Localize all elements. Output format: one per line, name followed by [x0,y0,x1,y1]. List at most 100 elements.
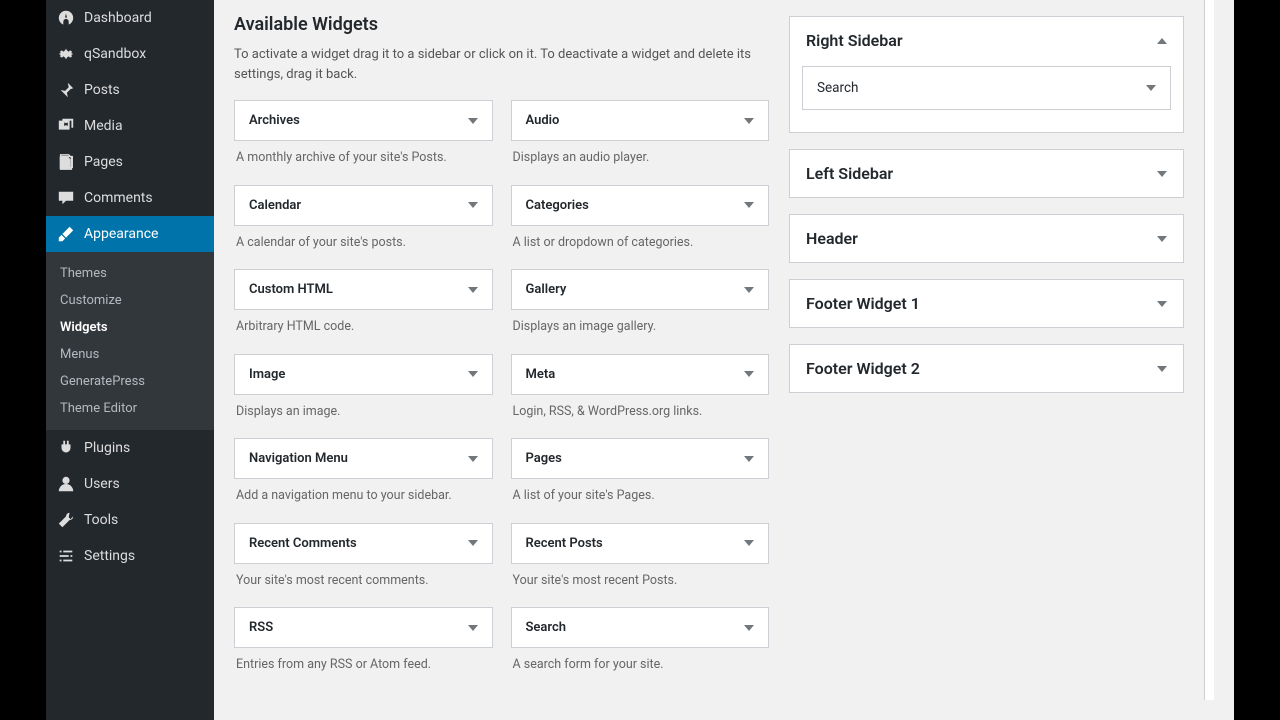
area-right-sidebar: Right SidebarSearch [789,16,1184,133]
chevron-down-icon[interactable] [1157,301,1167,307]
widget-gallery[interactable]: Gallery [511,269,770,310]
media-icon [56,116,76,136]
area-widget-search[interactable]: Search [802,66,1171,110]
submenu-item-widgets[interactable]: Widgets [46,314,214,341]
chevron-down-icon[interactable] [1157,366,1167,372]
widget-recent-comments[interactable]: Recent Comments [234,523,493,564]
sidebar-item-posts[interactable]: Posts [46,72,214,108]
area-header[interactable]: Footer Widget 1 [790,280,1183,327]
sidebar-item-pages[interactable]: Pages [46,144,214,180]
submenu-item-customize[interactable]: Customize [46,287,214,314]
widget-archives[interactable]: Archives [234,100,493,141]
chevron-down-icon[interactable] [468,202,478,208]
appearance-submenu: ThemesCustomizeWidgetsMenusGeneratePress… [46,252,214,430]
chevron-up-icon[interactable] [1157,38,1167,44]
area-title: Footer Widget 2 [806,359,920,378]
sidebar-item-label: Pages [84,154,123,170]
widget-title: Recent Comments [249,536,357,551]
widget-recent-posts[interactable]: Recent Posts [511,523,770,564]
widget-desc: A list or dropdown of categories. [511,234,770,270]
widget-column-right: Audio Displays an audio player. Categories… [511,100,770,692]
widgets-grid: ArchivesA monthly archive of your site's… [234,100,769,692]
area-header[interactable]: Left Sidebar [790,150,1183,197]
widget-calendar[interactable]: Calendar [234,185,493,226]
widget-title: Recent Posts [526,536,603,551]
widget-desc: Entries from any RSS or Atom feed. [234,656,493,692]
admin-sidebar: Dashboard qSandbox PostsMedia Pages Comments… [46,0,214,720]
widget-categories[interactable]: Categories [511,185,770,226]
chevron-down-icon[interactable] [468,456,478,462]
sidebar-item-appearance[interactable]: Appearance [46,216,214,252]
area-header: Header [789,214,1184,263]
sidebar-item-comments[interactable]: Comments [46,180,214,216]
widget-custom-html[interactable]: Custom HTML [234,269,493,310]
widget-desc: Displays an image. [234,403,493,439]
widget-desc: Your site's most recent comments. [234,572,493,608]
widget-meta[interactable]: Meta [511,354,770,395]
chevron-down-icon[interactable] [1146,85,1156,91]
chevron-down-icon[interactable] [468,625,478,631]
sidebar-item-settings[interactable]: Settings [46,538,214,574]
widget-desc: A calendar of your site's posts. [234,234,493,270]
widget-image[interactable]: Image [234,354,493,395]
area-left-sidebar: Left Sidebar [789,149,1184,198]
sidebar-item-label: qSandbox [84,46,146,62]
chevron-down-icon[interactable] [468,540,478,546]
widget-title: Categories [526,198,589,213]
app-root: Dashboard qSandbox PostsMedia Pages Comments… [46,0,1234,720]
chevron-down-icon[interactable] [744,540,754,546]
submenu-item-themes[interactable]: Themes [46,260,214,287]
widget-desc: A search form for your site. [511,656,770,692]
widget-title: Calendar [249,198,301,213]
widget-column-left: ArchivesA monthly archive of your site's… [234,100,493,692]
sidebar-item-qsandbox[interactable]: qSandbox [46,36,214,72]
submenu-item-generatepress[interactable]: GeneratePress [46,368,214,395]
widget-title: RSS [249,620,273,635]
chevron-down-icon[interactable] [744,625,754,631]
available-widgets-title: Available Widgets [234,14,769,35]
plugin-icon [56,438,76,458]
right-edge-panel [1204,0,1214,700]
chevron-down-icon[interactable] [468,287,478,293]
chevron-down-icon[interactable] [744,456,754,462]
sidebar-item-plugins[interactable]: Plugins [46,430,214,466]
settings-icon [56,546,76,566]
widget-navigation-menu[interactable]: Navigation Menu [234,438,493,479]
sidebar-item-tools[interactable]: Tools [46,502,214,538]
chevron-down-icon[interactable] [1157,171,1167,177]
chevron-down-icon[interactable] [468,118,478,124]
chevron-down-icon[interactable] [1157,236,1167,242]
widget-desc: Arbitrary HTML code. [234,318,493,354]
sidebar-item-label: Settings [84,548,135,564]
sidebar-item-users[interactable]: Users [46,466,214,502]
widget-desc: Add a navigation menu to your sidebar. [234,487,493,523]
chevron-down-icon[interactable] [744,371,754,377]
area-header[interactable]: Header [790,215,1183,262]
widget-rss[interactable]: RSS [234,607,493,648]
widget-desc: Displays an audio player. [511,149,770,185]
area-footer-widget-2: Footer Widget 2 [789,344,1184,393]
chevron-down-icon[interactable] [744,118,754,124]
pin-icon [56,80,76,100]
widget-audio[interactable]: Audio [511,100,770,141]
sidebar-item-media[interactable]: Media [46,108,214,144]
comment-icon [56,188,76,208]
area-title: Left Sidebar [806,164,893,183]
main-content: Available Widgets To activate a widget d… [214,0,1234,720]
widget-pages[interactable]: Pages [511,438,770,479]
submenu-item-theme-editor[interactable]: Theme Editor [46,395,214,422]
chevron-down-icon[interactable] [468,371,478,377]
area-header[interactable]: Right Sidebar [790,17,1183,64]
submenu-item-menus[interactable]: Menus [46,341,214,368]
widget-search[interactable]: Search [511,607,770,648]
area-header[interactable]: Footer Widget 2 [790,345,1183,392]
sidebar-item-dashboard[interactable]: Dashboard [46,0,214,36]
user-icon [56,474,76,494]
widget-title: Gallery [526,282,567,297]
chevron-down-icon[interactable] [744,202,754,208]
area-title: Header [806,229,858,248]
sidebar-item-label: Plugins [84,440,130,456]
sidebar-areas-column: Right SidebarSearch Left Sidebar Header Foo… [789,0,1184,700]
sidebar-item-label: Appearance [84,226,158,242]
chevron-down-icon[interactable] [744,287,754,293]
